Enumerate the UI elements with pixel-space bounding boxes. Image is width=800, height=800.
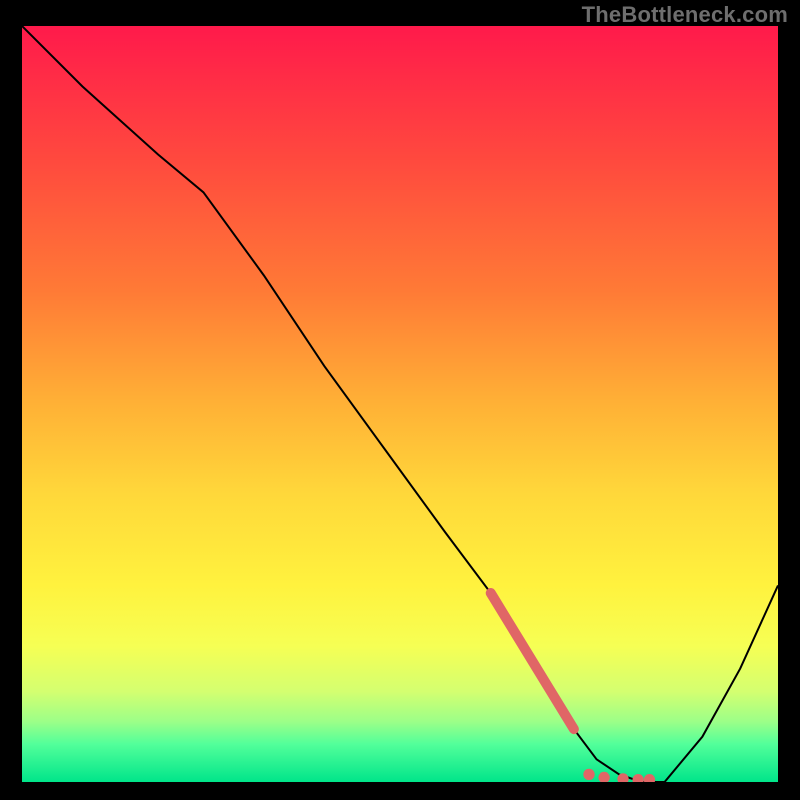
highlight-dot bbox=[583, 769, 594, 780]
chart-svg bbox=[22, 26, 778, 782]
watermark-text: TheBottleneck.com bbox=[582, 2, 788, 28]
chart-background-gradient bbox=[22, 26, 778, 782]
chart-plot-area bbox=[22, 26, 778, 782]
chart-frame: TheBottleneck.com bbox=[0, 0, 800, 800]
